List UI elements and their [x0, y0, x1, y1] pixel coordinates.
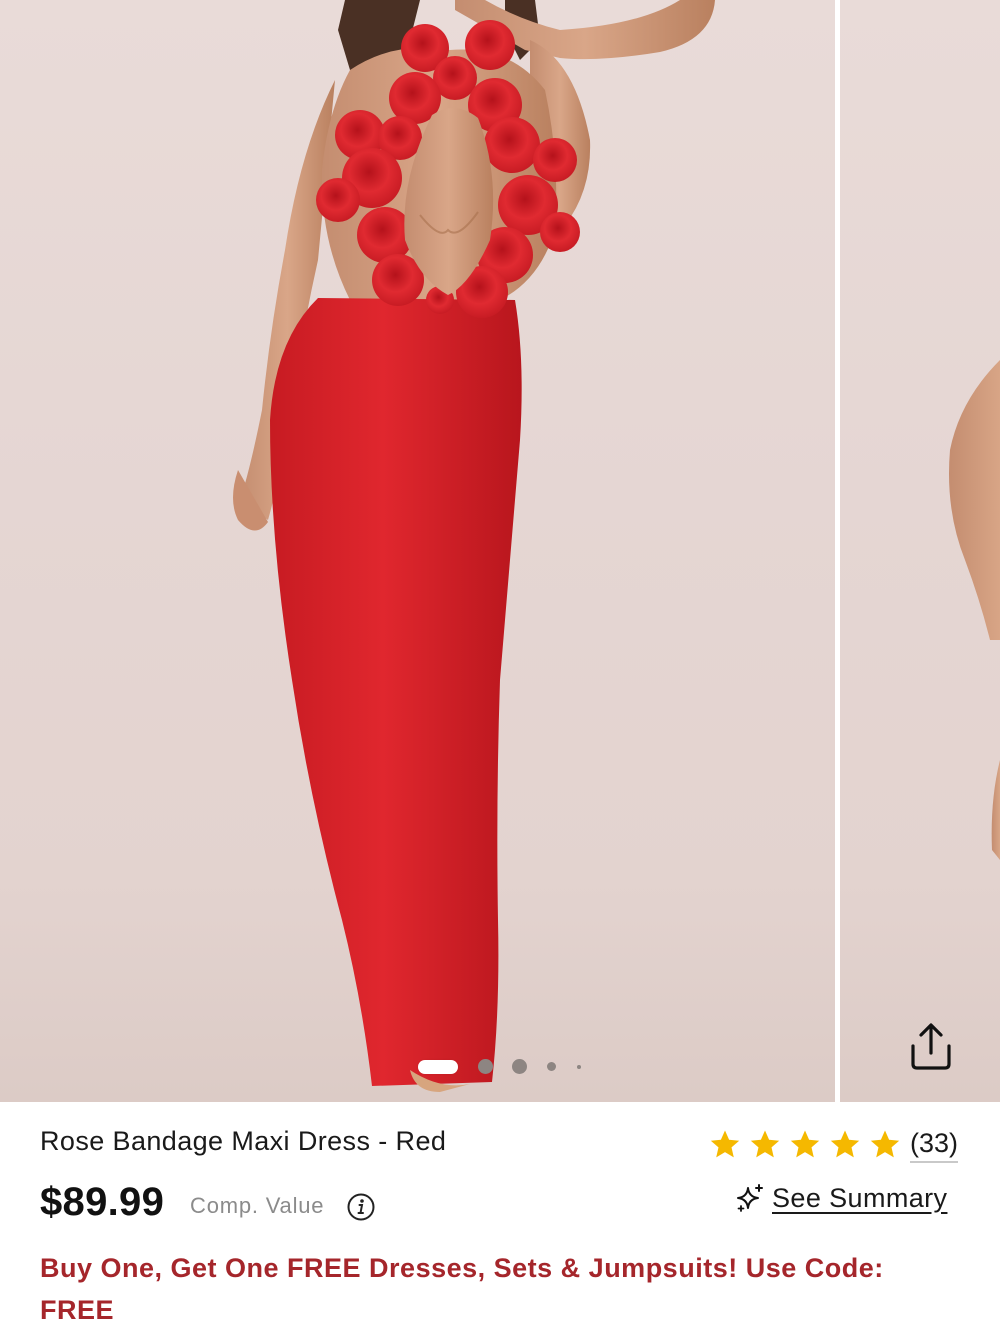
star-icon: [710, 1130, 740, 1158]
product-image-next[interactable]: [840, 0, 1000, 1102]
gallery-dot-3[interactable]: [512, 1059, 527, 1074]
rating-count[interactable]: (33): [910, 1128, 959, 1163]
share-icon: [911, 1023, 951, 1070]
star-icon: [790, 1130, 820, 1158]
star-icon: [870, 1130, 900, 1158]
product-page: Rose Bandage Maxi Dress - Red (33) $89.9…: [0, 0, 1000, 1333]
product-title: Rose Bandage Maxi Dress - Red: [40, 1126, 447, 1156]
gallery-pagination: [412, 1057, 602, 1077]
gallery-dot-4[interactable]: [547, 1062, 556, 1071]
product-photo-next: [949, 360, 1000, 860]
comp-value-label: Comp. Value: [190, 1193, 325, 1218]
product-rating[interactable]: (33): [708, 1125, 959, 1165]
product-photo: [233, 0, 715, 1092]
gallery-dot-5[interactable]: [577, 1065, 581, 1069]
star-icon: [750, 1130, 780, 1158]
star-icon: [830, 1130, 860, 1158]
info-icon[interactable]: [346, 1192, 376, 1222]
gallery-dot-2[interactable]: [478, 1059, 493, 1074]
product-price: $89.99: [40, 1180, 165, 1224]
sparkle-icon: [737, 1184, 763, 1212]
product-image-main[interactable]: [0, 0, 835, 1102]
gallery-dot-1[interactable]: [418, 1060, 458, 1074]
see-summary-link[interactable]: See Summary: [734, 1178, 947, 1218]
promo-banner: Buy One, Get One FREE Dresses, Sets & Ju…: [40, 1253, 884, 1325]
product-image-gallery[interactable]: [0, 0, 1000, 1102]
see-summary-label[interactable]: See Summary: [772, 1183, 947, 1214]
share-button[interactable]: [902, 1017, 960, 1075]
